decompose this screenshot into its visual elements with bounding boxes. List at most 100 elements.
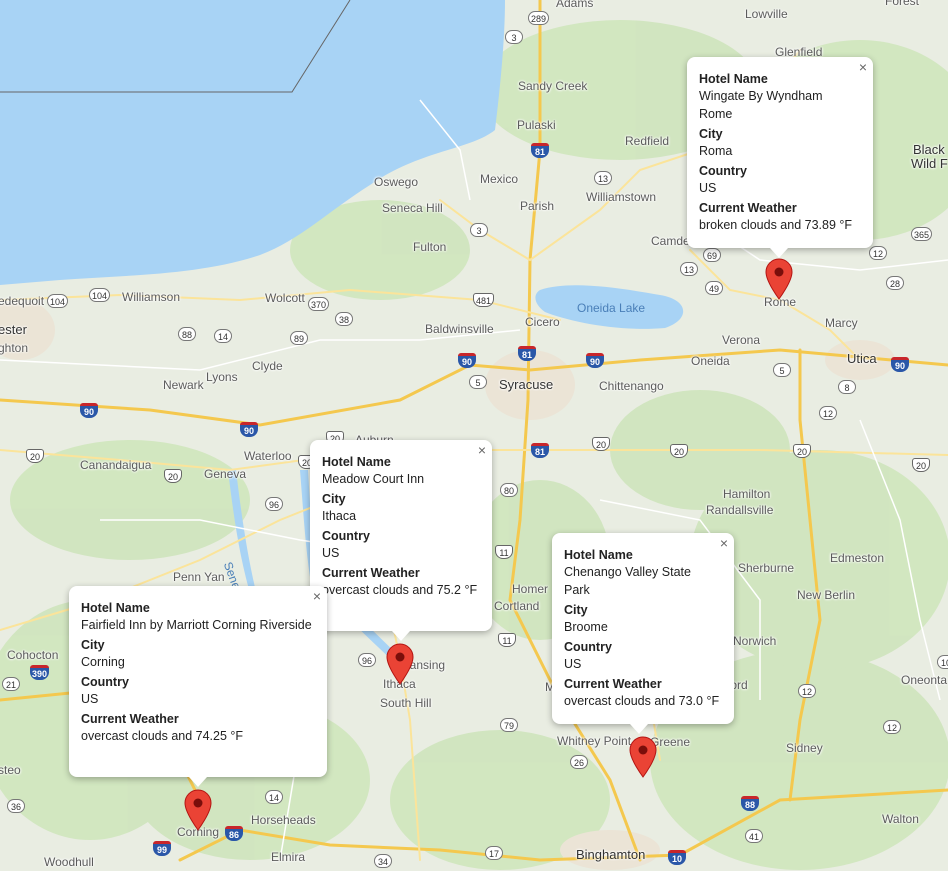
route-shield: 20 [26, 449, 44, 463]
place-label: Geneva [204, 467, 247, 481]
field-label: City [564, 603, 588, 617]
place-label: Randallsville [706, 503, 774, 517]
place-label: Williamstown [586, 190, 657, 204]
route-shield: 49 [705, 281, 723, 295]
place-label: Edmeston [830, 551, 885, 565]
route-shield: 11 [498, 633, 516, 647]
country: US [81, 692, 99, 706]
place-label: Forest [885, 0, 920, 8]
current-weather: broken clouds and 73.89 °F [699, 218, 853, 232]
country: US [699, 181, 717, 195]
place-label: Elmira [271, 850, 306, 864]
place-label: Sidney [786, 741, 823, 755]
place-label: Parish [520, 199, 555, 213]
field-label: Hotel Name [699, 72, 768, 86]
route-shield: 289 [528, 11, 550, 25]
current-weather: overcast clouds and 73.0 °F [564, 694, 720, 708]
route-shield: 69 [703, 248, 721, 262]
place-label: Binghamton [576, 847, 646, 862]
place-label: Pulaski [517, 118, 556, 132]
route-shield: 365 [911, 227, 933, 241]
place-label: South Hill [380, 696, 432, 710]
route-shield: 10 [668, 850, 686, 865]
route-shield: 81 [531, 143, 549, 158]
field-label: Country [322, 529, 370, 543]
route-shield: 12 [883, 720, 901, 734]
route-shield: 81 [518, 346, 536, 361]
place-label: Adams [556, 0, 594, 10]
route-shield: 104 [89, 288, 111, 302]
route-shield: 26 [570, 755, 588, 769]
map-canvas[interactable]: Adams Lowville Forest Glenfield Sandy Cr… [0, 0, 948, 871]
hotel-name: Wingate By Wyndham Rome [699, 89, 823, 121]
route-shield: 5 [469, 375, 487, 389]
place-label: Woodhull [44, 855, 94, 869]
field-label: City [81, 638, 105, 652]
route-shield: 20 [670, 444, 688, 458]
route-shield: 10 [937, 655, 948, 669]
info-window-broome: × Hotel Name Chenango Valley State Park … [552, 533, 734, 734]
route-shield: 17 [485, 846, 503, 860]
route-shield: 89 [290, 331, 308, 345]
hotel-marker-ithaca[interactable] [386, 643, 414, 685]
hotel-marker-rome[interactable] [765, 258, 793, 300]
place-label: Black [913, 142, 945, 157]
route-shield: 90 [458, 353, 476, 368]
place-label: Cortland [494, 599, 540, 613]
place-label: Homer [512, 582, 549, 596]
route-shield: 96 [358, 653, 376, 667]
place-label: Lyons [206, 370, 238, 384]
route-shield: 90 [586, 353, 604, 368]
place-label: Oswego [374, 175, 419, 189]
route-shield: 88 [178, 327, 196, 341]
close-icon[interactable]: × [313, 589, 321, 603]
place-label: ghton [0, 341, 29, 355]
place-label: Williamson [122, 290, 181, 304]
route-shield: 13 [594, 171, 612, 185]
place-label: Redfield [625, 134, 670, 148]
place-label: Hamilton [723, 487, 771, 501]
place-label: Cohocton [7, 648, 59, 662]
city: Corning [81, 655, 125, 669]
route-shield: 20 [912, 458, 930, 472]
route-shield: 12 [819, 406, 837, 420]
route-shield: 390 [30, 665, 50, 680]
place-label: Newark [163, 378, 204, 392]
place-label: steo [0, 763, 21, 777]
place-label: Utica [847, 351, 877, 366]
route-shield: 41 [745, 829, 763, 843]
route-shield: 370 [308, 297, 330, 311]
route-shield: 79 [500, 718, 518, 732]
route-shield: 90 [240, 422, 258, 437]
place-label: Oneonta [901, 673, 948, 687]
place-label: Sandy Creek [518, 79, 588, 93]
city: Broome [564, 620, 608, 634]
route-shield: 36 [7, 799, 25, 813]
route-shield: 81 [531, 443, 549, 458]
field-label: Hotel Name [322, 455, 391, 469]
route-shield: 481 [473, 293, 495, 307]
hotel-marker-corning[interactable] [184, 789, 212, 831]
place-label: Sherburne [738, 561, 795, 575]
close-icon[interactable]: × [859, 60, 867, 74]
info-window-rome: × Hotel Name Wingate By Wyndham Rome Cit… [687, 57, 873, 258]
route-shield: 13 [680, 262, 698, 276]
info-window-corning: × Hotel Name Fairfield Inn by Marriott C… [69, 586, 327, 787]
route-shield: 20 [592, 437, 610, 451]
info-window-tail [189, 777, 207, 787]
hotel-marker-broome[interactable] [629, 736, 657, 778]
place-label: Norwich [733, 634, 777, 648]
place-label: Mexico [480, 172, 519, 186]
place-label: Cicero [525, 315, 560, 329]
field-label: City [699, 127, 723, 141]
close-icon[interactable]: × [478, 443, 486, 457]
city: Ithaca [322, 509, 357, 523]
place-label: Clyde [252, 359, 283, 373]
close-icon[interactable]: × [720, 536, 728, 550]
route-shield: 12 [798, 684, 816, 698]
route-shield: 38 [335, 312, 353, 326]
route-shield: 28 [886, 276, 904, 290]
route-shield: 34 [374, 854, 392, 868]
hotel-name: Meadow Court Inn [322, 472, 425, 486]
place-label: Whitney Point [557, 734, 632, 748]
